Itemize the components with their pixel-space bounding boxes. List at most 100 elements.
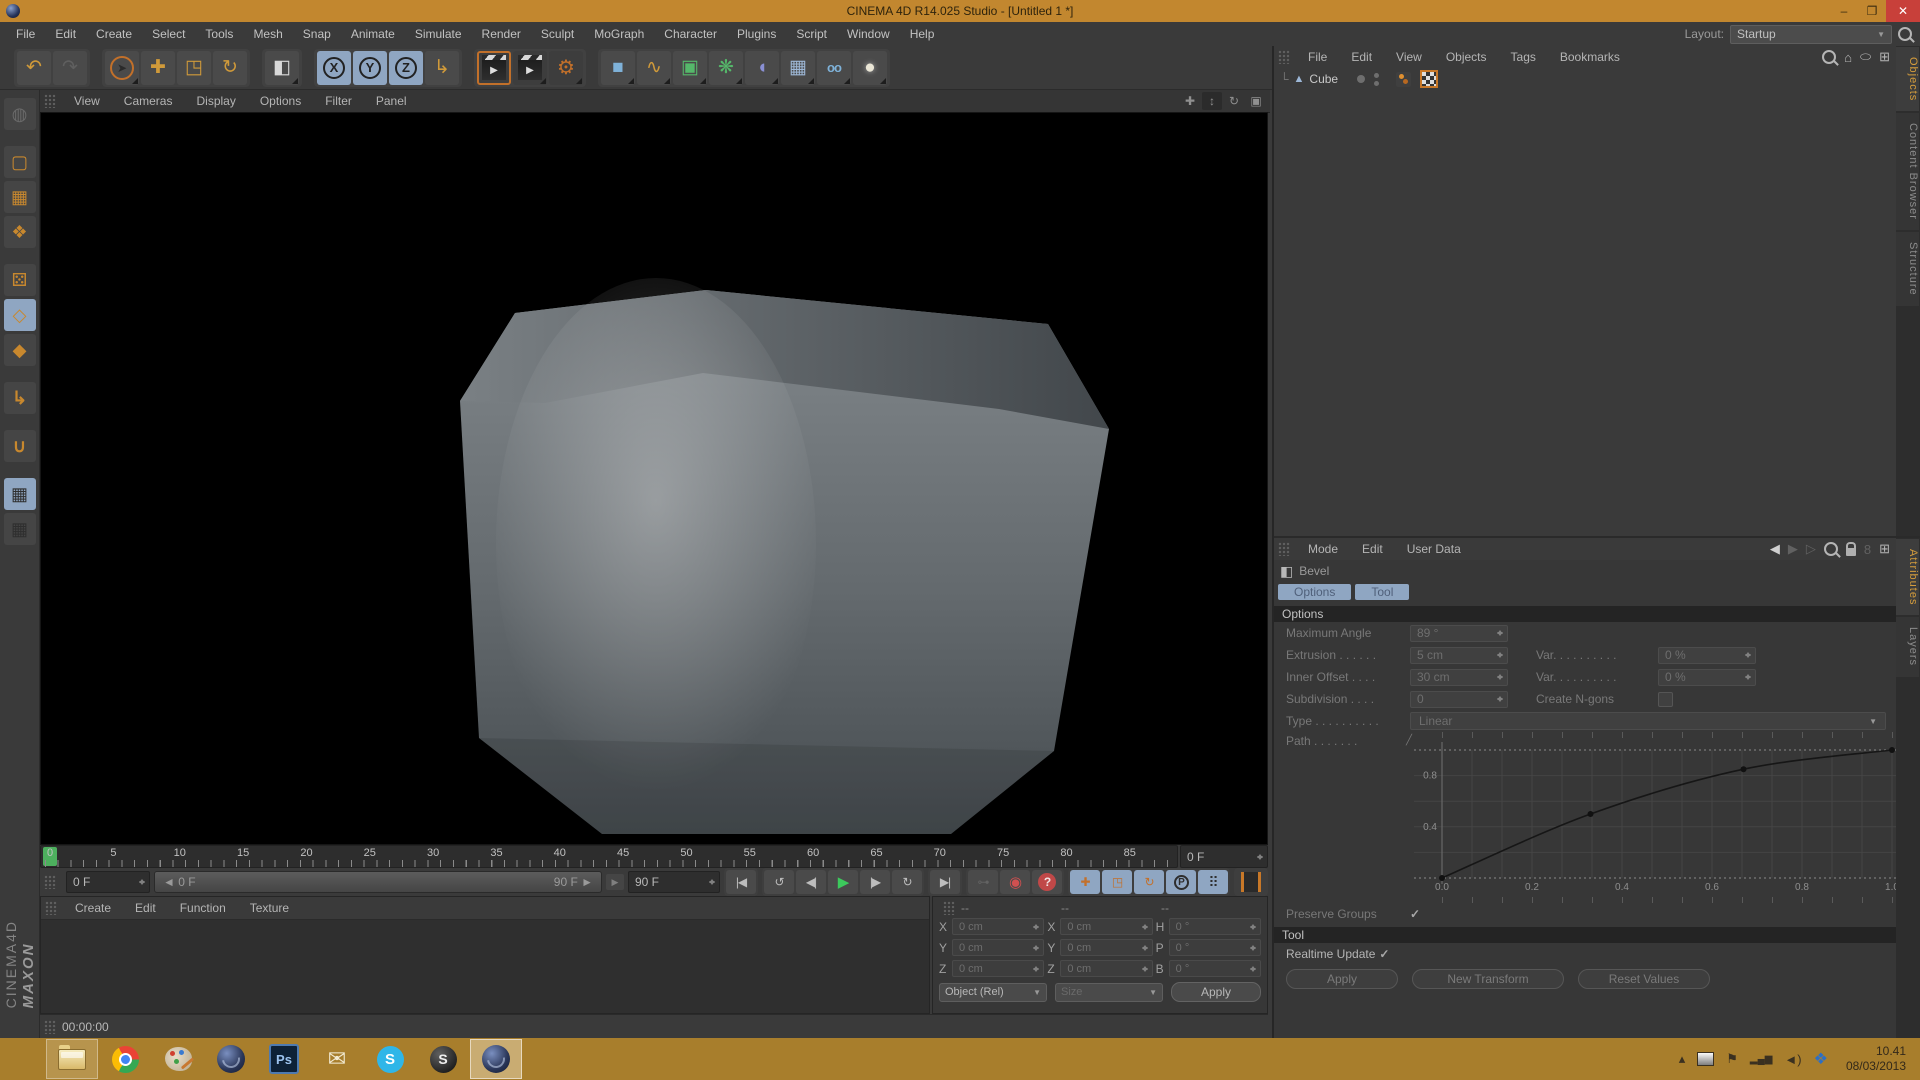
path-spline-graph[interactable]: 0.00.20.40.60.81.00.40.8: [1412, 732, 1920, 903]
inner-offset-var-field[interactable]: 0 %: [1658, 669, 1756, 686]
menu-tools[interactable]: Tools: [195, 27, 243, 41]
render-view-icon[interactable]: ▶: [477, 51, 511, 85]
enable-axis-icon[interactable]: ↳: [4, 382, 36, 414]
om-menu-tags[interactable]: Tags: [1499, 50, 1548, 64]
record-parameter-icon[interactable]: P: [1166, 870, 1196, 894]
tab-options[interactable]: Options: [1278, 584, 1351, 600]
om-menu-objects[interactable]: Objects: [1434, 50, 1499, 64]
menu-select[interactable]: Select: [142, 27, 195, 41]
extrusion-var-field[interactable]: 0 %: [1658, 647, 1756, 664]
maximum-angle-field[interactable]: 89 °: [1410, 625, 1508, 642]
search-icon[interactable]: [1822, 50, 1836, 64]
menu-help[interactable]: Help: [900, 27, 945, 41]
add-camera-icon[interactable]: oo: [817, 51, 851, 85]
preserve-groups-checkbox[interactable]: ✓: [1410, 907, 1420, 921]
panel-grip[interactable]: [1278, 50, 1290, 64]
object-tree[interactable]: └ ▲ Cube: [1274, 68, 1896, 536]
side-tab-objects[interactable]: Objects: [1896, 47, 1919, 111]
mm-menu-edit[interactable]: Edit: [123, 901, 168, 915]
minimize-button[interactable]: –: [1830, 0, 1858, 22]
dropbox-icon[interactable]: ❖: [1814, 1049, 1828, 1069]
new-transform-button[interactable]: New Transform: [1412, 969, 1564, 989]
link-icon[interactable]: 8: [1864, 542, 1871, 557]
zoom-view-icon[interactable]: ↕: [1202, 92, 1222, 110]
polygons-mode-icon[interactable]: ◆: [4, 334, 36, 366]
inner-offset-field[interactable]: 30 cm: [1410, 669, 1508, 686]
timeline-ruler[interactable]: 051015202530354045505560657075808590: [40, 845, 1178, 868]
undo-icon[interactable]: ↶: [17, 51, 51, 85]
edges-mode-icon[interactable]: ◇: [4, 299, 36, 331]
current-frame-field[interactable]: 0 F: [66, 871, 150, 893]
om-menu-view[interactable]: View: [1384, 50, 1434, 64]
menu-render[interactable]: Render: [472, 27, 531, 41]
goto-start-icon[interactable]: |◀: [726, 870, 756, 894]
record-scale-icon[interactable]: ◳: [1102, 870, 1132, 894]
keyframe-help-icon[interactable]: ?: [1032, 870, 1062, 894]
material-list[interactable]: [41, 920, 929, 1013]
record-rotation-icon[interactable]: ↻: [1134, 870, 1164, 894]
cinema4d-icon[interactable]: [205, 1039, 257, 1079]
om-menu-bookmarks[interactable]: Bookmarks: [1548, 50, 1632, 64]
home-icon[interactable]: ⌂: [1844, 50, 1852, 65]
panel-grip[interactable]: [44, 94, 56, 108]
render-settings-icon[interactable]: ⚙: [549, 51, 583, 85]
rotate-view-icon[interactable]: ↻: [1224, 92, 1244, 110]
workplane-mode-icon[interactable]: ❖: [4, 216, 36, 248]
coord-field-x-0[interactable]: 0 cm: [1060, 918, 1152, 935]
create-ngons-checkbox[interactable]: [1658, 692, 1673, 707]
reset-values-button[interactable]: Reset Values: [1578, 969, 1710, 989]
coord-field-x-0[interactable]: 0 cm: [952, 918, 1044, 935]
coord-mode-dropdown[interactable]: Object (Rel)▼: [939, 983, 1047, 1002]
play-mode-icon[interactable]: ↻: [892, 870, 922, 894]
coord-field-y-1[interactable]: 0 cm: [952, 939, 1044, 956]
cinema4d-active-icon[interactable]: [470, 1039, 522, 1079]
object-enable-dot[interactable]: [1357, 75, 1365, 83]
bevel-tool-icon[interactable]: ◧: [265, 51, 299, 85]
realtime-update-checkbox[interactable]: ✓: [1379, 947, 1389, 961]
preview-play-icon[interactable]: ▶: [606, 874, 624, 890]
next-frame-icon[interactable]: |▶: [860, 870, 890, 894]
add-subdivision-surface-icon[interactable]: ▣: [673, 51, 707, 85]
show-hidden-icons[interactable]: ▴: [1679, 1051, 1686, 1067]
clock[interactable]: 10.41 08/03/2013: [1840, 1044, 1906, 1074]
autokeying-icon[interactable]: ◉: [1000, 870, 1030, 894]
scale-icon[interactable]: ◳: [177, 51, 211, 85]
z-axis-lock-icon[interactable]: Z: [389, 51, 423, 85]
previous-frame-icon[interactable]: ◀|: [796, 870, 826, 894]
options-section-header[interactable]: Options: [1274, 606, 1896, 622]
am-menu-user-data[interactable]: User Data: [1395, 542, 1473, 556]
panel-grip[interactable]: [1278, 542, 1290, 556]
extrusion-field[interactable]: 5 cm: [1410, 647, 1508, 664]
menu-window[interactable]: Window: [837, 27, 900, 41]
coordinate-system-icon[interactable]: ↳: [425, 51, 459, 85]
timeline-window-icon[interactable]: [1236, 870, 1266, 894]
menu-simulate[interactable]: Simulate: [405, 27, 472, 41]
add-spline-icon[interactable]: ∿: [637, 51, 671, 85]
history-back-icon[interactable]: ◀: [1770, 541, 1780, 557]
toggle-view-icon[interactable]: ▣: [1246, 92, 1266, 110]
add-light-icon[interactable]: ●: [853, 51, 887, 85]
coord-field-b-2[interactable]: 0 °: [1169, 960, 1261, 977]
navigate-icon[interactable]: ▷: [1806, 541, 1816, 557]
subdivision-field[interactable]: 0: [1410, 691, 1508, 708]
render-picture-viewer-icon[interactable]: ▶: [513, 51, 547, 85]
viewport-menu-cameras[interactable]: Cameras: [112, 94, 185, 108]
coord-field-p-1[interactable]: 0 °: [1169, 939, 1261, 956]
photoshop-icon[interactable]: Ps: [258, 1039, 310, 1079]
menu-script[interactable]: Script: [786, 27, 837, 41]
layout-dropdown[interactable]: Startup▼: [1730, 25, 1892, 44]
viewport-canvas[interactable]: [40, 112, 1268, 845]
apply-button[interactable]: Apply: [1286, 969, 1398, 989]
media-player-icon[interactable]: S: [417, 1039, 469, 1079]
add-cube-icon[interactable]: ■: [601, 51, 635, 85]
lock-icon[interactable]: [1846, 548, 1856, 556]
redo-icon[interactable]: ↷: [53, 51, 87, 85]
coord-field-y-1[interactable]: 0 cm: [1060, 939, 1152, 956]
close-button[interactable]: ✕: [1886, 0, 1920, 22]
file-explorer-icon[interactable]: [46, 1039, 98, 1079]
menu-sculpt[interactable]: Sculpt: [531, 27, 584, 41]
chrome-icon[interactable]: [99, 1039, 151, 1079]
eye-icon[interactable]: ⬭: [1860, 49, 1871, 65]
menu-create[interactable]: Create: [86, 27, 142, 41]
rotate-icon[interactable]: ↻: [213, 51, 247, 85]
